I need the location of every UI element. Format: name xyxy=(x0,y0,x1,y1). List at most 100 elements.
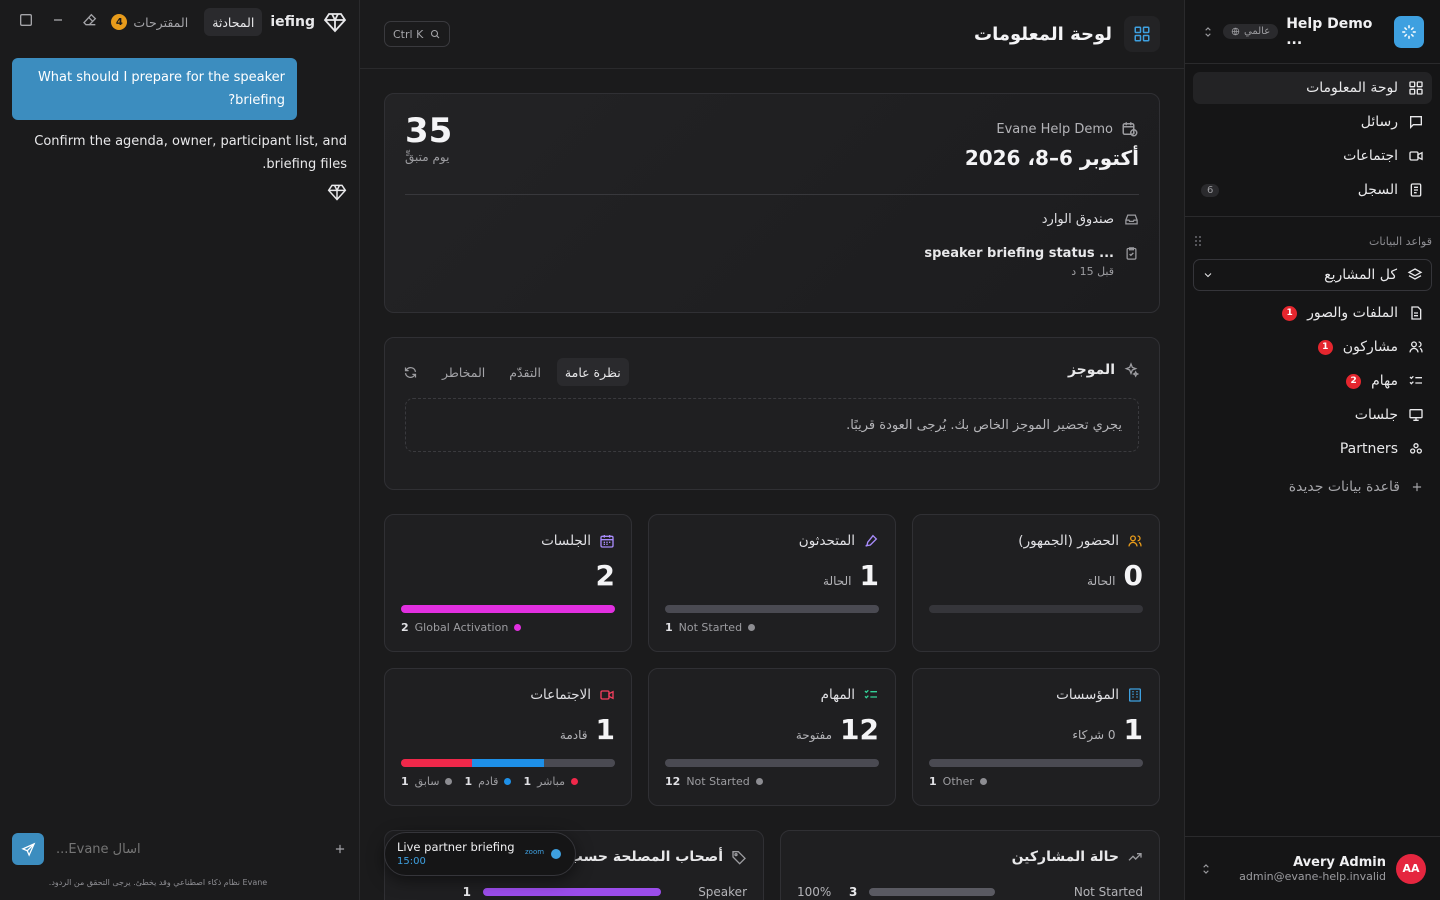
users-icon xyxy=(1128,535,1142,547)
legend-dot xyxy=(748,624,756,631)
db-label: Partners xyxy=(1339,441,1398,457)
stat-value-row: 2 xyxy=(596,559,615,592)
stat-value-row: 1 قادمة xyxy=(560,713,615,746)
user-message: What should I prepare for the speaker br… xyxy=(12,58,297,120)
db-item-files[interactable]: الملفات والصور 1 xyxy=(1193,297,1432,329)
stat-card[interactable]: الحضور (الجمهور) 0 الحالة xyxy=(912,514,1160,652)
brief-card: الموجز نظرة عامة التقدّم المخاطر يجري تح… xyxy=(384,337,1160,490)
legend-item: 1 قادم xyxy=(464,775,512,788)
tab-suggestions[interactable]: المقترحات 4 xyxy=(103,8,196,36)
layers-icon xyxy=(1407,268,1423,280)
nav-item-meetings[interactable]: اجتماعات xyxy=(1193,140,1432,172)
countdown-label: يوم متبقٍّ xyxy=(405,150,450,164)
tab-overview[interactable]: نظرة عامة xyxy=(556,358,629,386)
brief-title: الموجز xyxy=(1067,362,1115,378)
stat-card[interactable]: الجلسات 2 2 Global Activation xyxy=(384,514,632,652)
log-icon xyxy=(1410,183,1422,197)
inbox-item[interactable]: speaker briefing status ... قبل 15 د xyxy=(924,246,1139,278)
countdown: 35 يوم متبقٍّ xyxy=(405,112,452,164)
sidebar: Help Demo ... عالمي لوحة المعلومات رسائل… xyxy=(1184,0,1440,900)
stat-value-row: 0 الحالة xyxy=(1087,559,1143,592)
chat-header: iefing المحادثة المقترحات 4 xyxy=(103,8,347,36)
tab-conversation[interactable]: المحادثة xyxy=(204,8,263,36)
send-button[interactable] xyxy=(12,833,44,865)
inbox-item-time: قبل 15 د xyxy=(1071,265,1114,278)
event-org-row: Evane Help Demo xyxy=(996,120,1139,138)
db-item-participants[interactable]: مشاركون 1 xyxy=(1193,331,1432,363)
microphone-icon xyxy=(865,534,878,547)
chevrons-updown-icon xyxy=(1199,862,1213,876)
tab-progress[interactable]: التقدّم xyxy=(501,358,549,386)
brief-header: الموجز xyxy=(1068,362,1139,378)
stat-value: 0 xyxy=(1123,559,1143,592)
participants-status-card: حالة المشاركين Not Started 3 100% xyxy=(780,830,1160,900)
stat-card[interactable]: المهام 12 مفتوحة 12 Not Started xyxy=(648,668,896,806)
brief-placeholder-box: يجري تحضير الموجز الخاص بك. يُرجى العودة… xyxy=(405,398,1139,452)
zoom-logo: zoom xyxy=(525,848,545,856)
stat-legend: 2 Global Activation xyxy=(401,621,522,634)
db-item-partners[interactable]: Partners xyxy=(1193,433,1432,465)
add-attachment-icon[interactable] xyxy=(333,842,347,856)
db-badge: 1 xyxy=(1282,305,1298,321)
nav-item-messages[interactable]: رسائل xyxy=(1193,106,1432,138)
org-name: Evane Help Demo xyxy=(996,121,1113,137)
calendar-icon xyxy=(600,535,614,548)
status-bar-fill xyxy=(869,888,996,896)
legend-label: مباشر xyxy=(537,775,565,788)
stat-bar xyxy=(665,759,879,767)
stat-title: المؤسسات xyxy=(1056,687,1119,703)
divider xyxy=(405,194,1139,195)
drag-handle-icon[interactable] xyxy=(1193,235,1203,247)
project-select[interactable]: كل المشاريع xyxy=(1193,259,1432,291)
sidebar-toggle-icon[interactable] xyxy=(18,12,34,28)
db-label: الملفات والصور xyxy=(1307,305,1398,321)
stat-card-header: المهام xyxy=(821,687,879,703)
live-meeting-time: 15:00 xyxy=(397,856,426,867)
workspace-switcher[interactable]: Help Demo ... عالمي xyxy=(1185,0,1440,64)
stat-bar-segment xyxy=(401,605,615,613)
refresh-icon[interactable] xyxy=(403,365,418,380)
legend-label: قادم xyxy=(478,775,499,788)
brief-placeholder: يجري تحضير الموجز الخاص بك. يُرجى العودة… xyxy=(846,417,1122,433)
user-menu[interactable]: AA Avery Admin admin@evane-help.invalid xyxy=(1185,836,1440,900)
user-name: Avery Admin xyxy=(1293,854,1386,870)
eraser-icon[interactable] xyxy=(82,12,98,28)
globe-icon xyxy=(1231,27,1240,36)
shortcut-label: Ctrl K xyxy=(393,27,424,41)
app-logo-icon xyxy=(1394,15,1424,48)
event-card: Evane Help Demo أكتوبر 6–8، 2026 35 يوم … xyxy=(384,93,1160,313)
legend-count: 1 xyxy=(464,775,473,788)
stat-card[interactable]: الاجتماعات 1 قادمة 1 سابق 1 قادم 1 مباشر xyxy=(384,668,632,806)
nav-item-dashboard[interactable]: لوحة المعلومات xyxy=(1193,72,1432,104)
stat-card[interactable]: المتحدثون 1 الحالة 1 Not Started xyxy=(648,514,896,652)
new-database-label: قاعدة بيانات جديدة xyxy=(1288,479,1400,495)
legend-count: 1 xyxy=(929,775,937,788)
sparkles-icon xyxy=(1124,362,1139,378)
plus-icon xyxy=(1412,482,1422,492)
stat-card[interactable]: المؤسسات 1 0 شركاء 1 Other xyxy=(912,668,1160,806)
clipboard-check-icon xyxy=(1126,247,1137,260)
project-select-label: كل المشاريع xyxy=(1324,267,1397,283)
stat-bar xyxy=(401,759,615,767)
minimize-icon[interactable] xyxy=(50,12,66,28)
video-icon xyxy=(1409,151,1423,161)
chat-input[interactable] xyxy=(56,841,321,857)
participants-status-row: Not Started 3 100% xyxy=(797,885,1143,899)
command-search-button[interactable]: Ctrl K xyxy=(384,21,451,47)
stat-bar xyxy=(401,605,615,613)
db-item-sessions[interactable]: جلسات xyxy=(1193,399,1432,431)
databases-label: قواعد البيانات xyxy=(1369,234,1432,248)
tab-risks[interactable]: المخاطر xyxy=(434,358,493,386)
gem-icon xyxy=(327,182,347,202)
stat-legend: 1 سابق 1 قادم 1 مباشر xyxy=(401,775,578,788)
new-database-button[interactable]: قاعدة بيانات جديدة xyxy=(1193,471,1432,503)
app-name: Help Demo ... xyxy=(1286,15,1373,48)
legend-dot xyxy=(514,624,522,631)
live-meeting-popup[interactable]: Live partner briefing 15:00 zoom xyxy=(384,832,576,876)
nav-item-log[interactable]: السجل 6 xyxy=(1193,174,1432,206)
legend-dot xyxy=(570,778,578,785)
chevron-down-icon xyxy=(1202,269,1214,281)
stat-value-row: 12 مفتوحة xyxy=(796,713,879,746)
db-item-tasks[interactable]: مهام 2 xyxy=(1193,365,1432,397)
status-percent: 100% xyxy=(797,885,832,899)
